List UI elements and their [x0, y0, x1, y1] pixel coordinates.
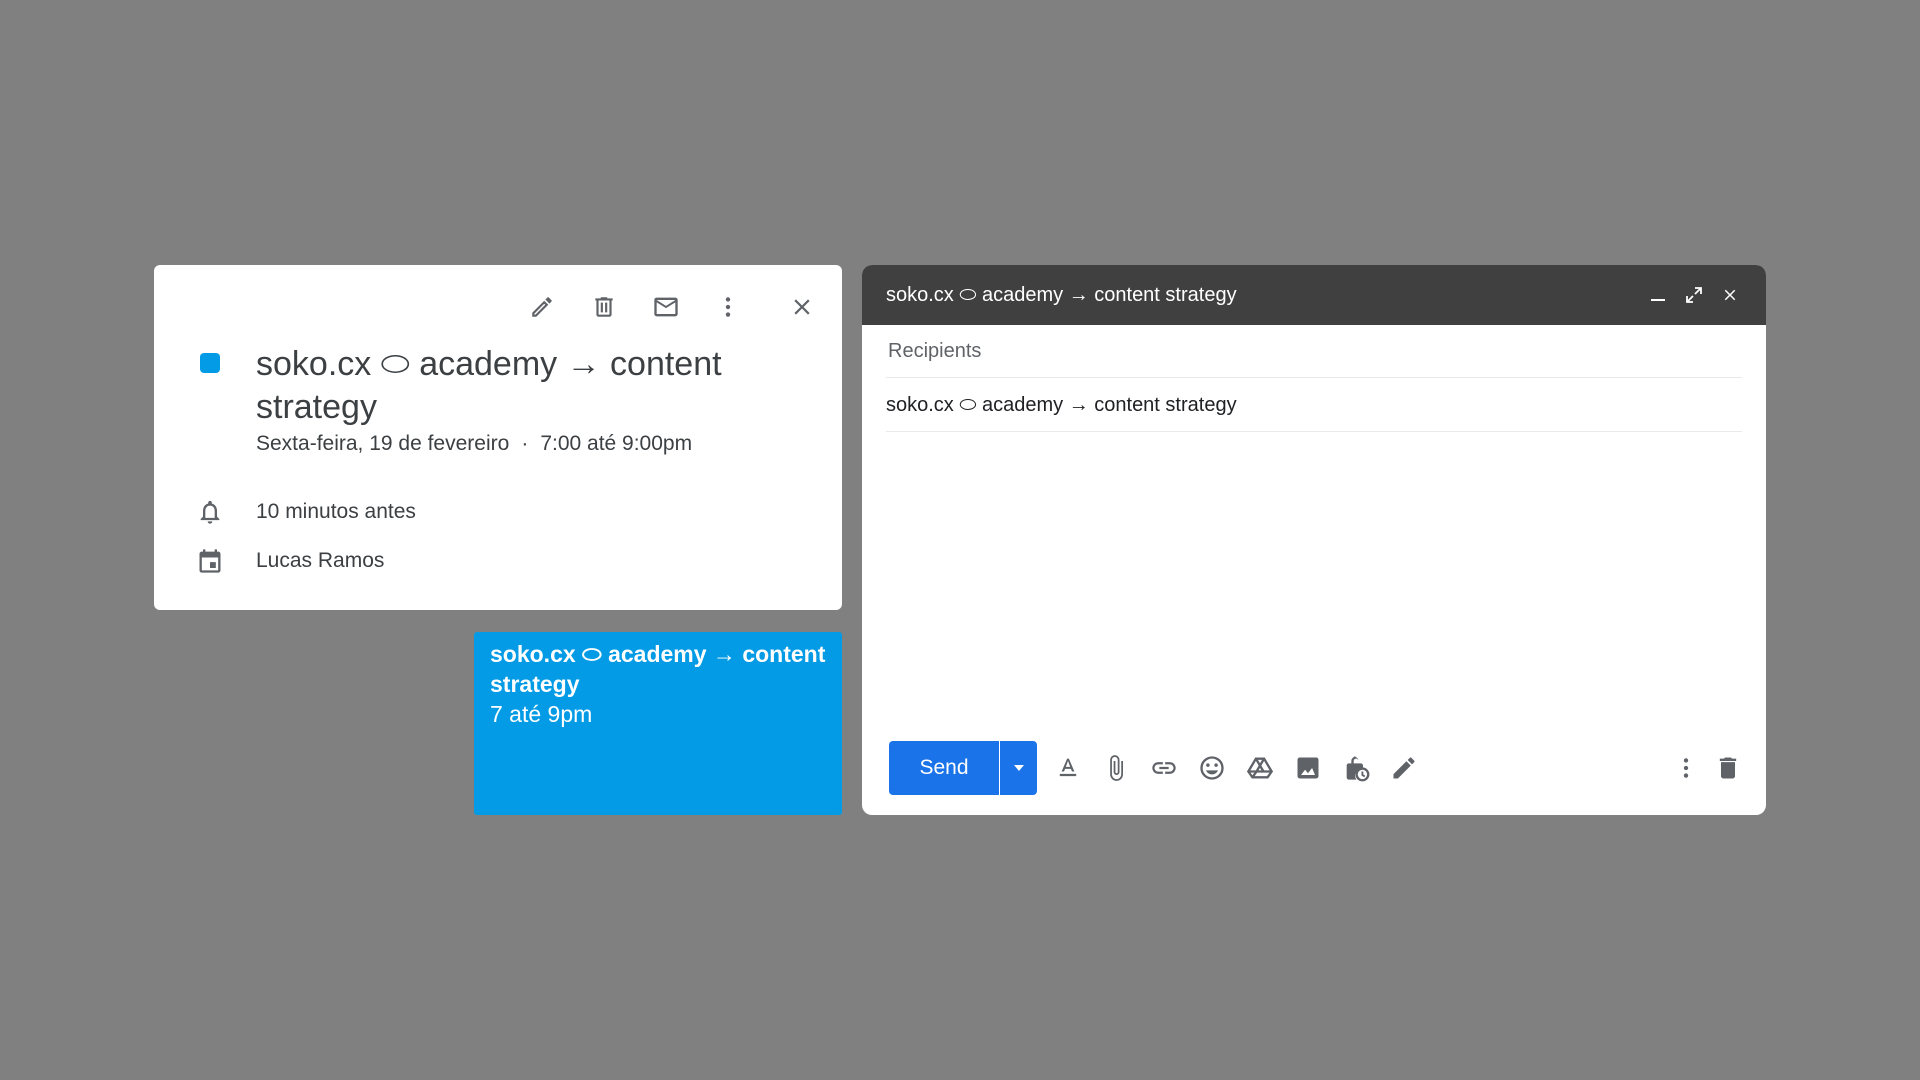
insert-signature-button[interactable]: [1388, 752, 1420, 784]
chip-time: 7 até 9pm: [490, 701, 593, 727]
expand-icon: [1684, 285, 1704, 305]
compose-window: soko.cx ⬭ academy → content strategy sok…: [862, 265, 1766, 815]
event-time: 7:00 até 9:00pm: [540, 432, 693, 455]
insert-photo-button[interactable]: [1292, 752, 1324, 784]
event-toolbar: [154, 265, 842, 337]
drive-icon: [1246, 754, 1274, 782]
discard-draft-button[interactable]: [1712, 752, 1744, 784]
calendar-owner-text: Lucas Ramos: [256, 549, 385, 572]
event-date: Sexta-feira, 19 de fevereiro: [256, 432, 510, 455]
email-guests-button[interactable]: [644, 285, 688, 329]
close-button[interactable]: [780, 285, 824, 329]
attach-files-button[interactable]: [1100, 752, 1132, 784]
compose-title: soko.cx ⬭ academy → content strategy: [886, 283, 1237, 306]
close-compose-button[interactable]: [1716, 281, 1744, 309]
subject-field[interactable]: soko.cx ⬭ academy → content strategy: [886, 379, 1742, 432]
insert-link-button[interactable]: [1148, 752, 1180, 784]
reminder-row: 10 minutos antes: [194, 497, 416, 527]
delete-icon: [591, 294, 617, 320]
recipients-input[interactable]: [886, 338, 1742, 364]
subject-input[interactable]: soko.cx ⬭ academy → content strategy: [886, 394, 1237, 417]
separator: ·: [521, 432, 529, 455]
recipients-field[interactable]: [886, 325, 1742, 378]
event-color-indicator: [200, 353, 220, 373]
minimize-icon: [1648, 285, 1668, 305]
confidential-mode-button[interactable]: [1340, 752, 1372, 784]
discard-icon: [1714, 754, 1742, 782]
signature-icon: [1390, 754, 1418, 782]
more-options-button[interactable]: [1670, 752, 1702, 784]
reminder-text: 10 minutos antes: [256, 500, 416, 523]
link-icon: [1150, 754, 1178, 782]
more-options-button[interactable]: [706, 285, 750, 329]
email-icon: [652, 293, 680, 321]
event-title: soko.cx ⬭ academy → content strategy: [256, 345, 722, 426]
calendar-owner-row: Lucas Ramos: [194, 546, 384, 576]
attach-icon: [1102, 754, 1130, 782]
format-text-icon: [1054, 754, 1082, 782]
event-detail-card: soko.cx ⬭ academy → content strategy Sex…: [154, 265, 842, 610]
calendar-event-chip[interactable]: soko.cx ⬭ academy → content strategy 7 a…: [474, 632, 842, 815]
formatting-options-button[interactable]: [1052, 752, 1084, 784]
insert-drive-button[interactable]: [1244, 752, 1276, 784]
close-icon: [789, 294, 815, 320]
insert-emoji-button[interactable]: [1196, 752, 1228, 784]
expand-button[interactable]: [1680, 281, 1708, 309]
send-options-button[interactable]: [1000, 741, 1037, 795]
calendar-icon: [194, 547, 226, 575]
edit-icon: [529, 294, 555, 320]
compose-footer: Send: [862, 741, 1766, 795]
chip-title: soko.cx ⬭ academy → content strategy: [490, 641, 826, 697]
bell-icon: [194, 498, 226, 526]
photo-icon: [1294, 754, 1322, 782]
edit-button[interactable]: [520, 285, 564, 329]
send-button[interactable]: Send: [889, 741, 999, 795]
more-vert-icon: [1673, 755, 1699, 781]
compose-header: soko.cx ⬭ academy → content strategy: [862, 265, 1766, 325]
caret-down-icon: [1012, 761, 1026, 775]
confidential-icon: [1342, 754, 1370, 782]
more-vert-icon: [715, 294, 741, 320]
close-icon: [1721, 286, 1739, 304]
minimize-button[interactable]: [1644, 281, 1672, 309]
delete-button[interactable]: [582, 285, 626, 329]
event-date-time: Sexta-feira, 19 de fevereiro · 7:00 até 9:…: [256, 432, 692, 456]
emoji-icon: [1198, 754, 1226, 782]
